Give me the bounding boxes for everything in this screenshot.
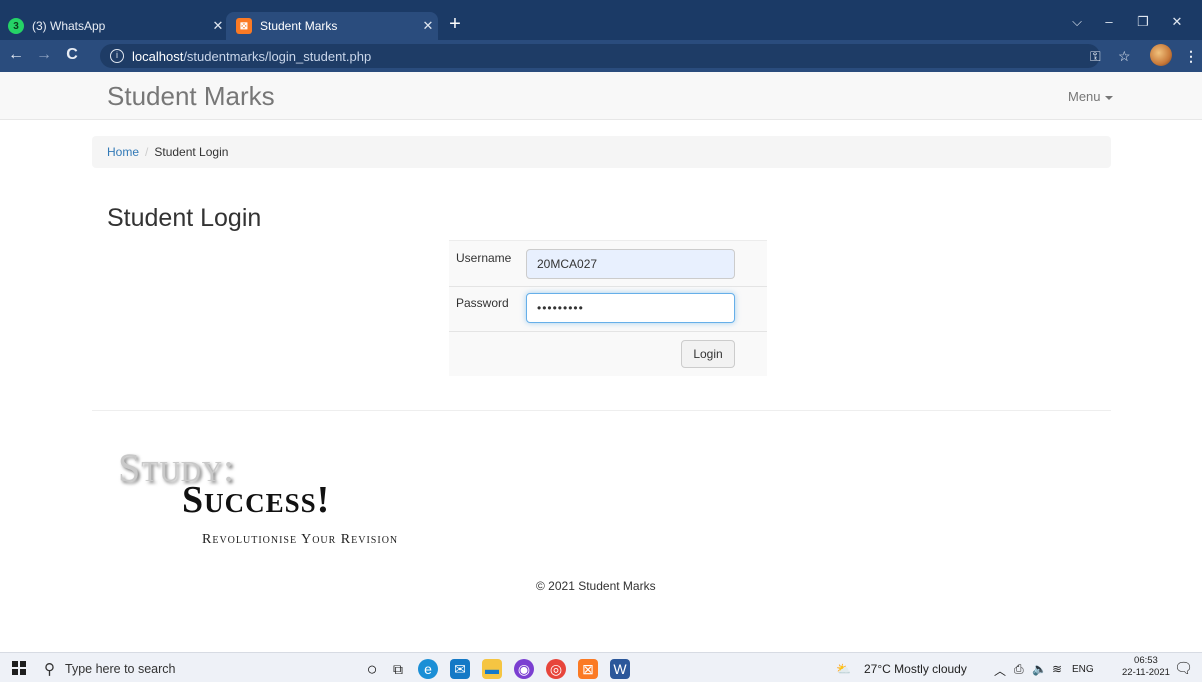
clock-time: 06:53 xyxy=(1134,655,1158,666)
tray-chevron-up-icon[interactable]: ︿ xyxy=(994,662,1006,679)
login-form: Username Password Login xyxy=(449,240,767,376)
tab-title: Student Marks xyxy=(260,19,338,33)
chrome-icon[interactable]: ◎ xyxy=(546,659,566,679)
tab-search-icon[interactable]: ⌵ xyxy=(1066,14,1088,30)
username-label: Username xyxy=(456,251,512,265)
profile-avatar[interactable] xyxy=(1150,44,1172,66)
taskbar-clock[interactable]: 06:53 22-11-2021 xyxy=(1122,655,1170,679)
weather-text[interactable]: 27°C Mostly cloudy xyxy=(864,662,967,676)
password-field[interactable] xyxy=(526,293,735,323)
password-row: Password xyxy=(449,287,767,332)
xampp-taskbar-icon[interactable]: ⊠ xyxy=(578,659,598,679)
password-label: Password xyxy=(456,296,509,310)
url-bar[interactable]: i localhost/studentmarks/login_student.p… xyxy=(100,44,1100,68)
taskbar-search-box[interactable]: ⚲ Type here to search xyxy=(44,657,354,681)
caret-down-icon xyxy=(1104,95,1113,100)
back-arrow-icon[interactable]: ← xyxy=(6,46,26,64)
minimize-button[interactable]: – xyxy=(1098,14,1120,29)
url-path: /studentmarks/login_student.php xyxy=(183,48,372,64)
weather-icon[interactable]: ⛅ xyxy=(836,662,851,676)
tab-student-marks[interactable]: ⊠ Student Marks ✕ xyxy=(226,12,438,40)
file-explorer-icon[interactable]: ▬ xyxy=(482,659,502,679)
submit-row: Login xyxy=(449,332,767,377)
search-icon: ⚲ xyxy=(44,661,55,678)
username-row: Username xyxy=(449,241,767,287)
windows-start-icon[interactable] xyxy=(12,661,26,675)
edge-icon[interactable]: e xyxy=(418,659,438,679)
close-tab-icon[interactable]: ✕ xyxy=(418,18,438,34)
breadcrumb-current: Student Login xyxy=(154,145,229,159)
breadcrumb: Home / Student Login xyxy=(92,136,1111,168)
footer-copyright: © 2021 Student Marks xyxy=(536,579,656,593)
url-host: localhost xyxy=(132,48,184,64)
close-window-button[interactable]: ✕ xyxy=(1166,14,1188,30)
footer-divider xyxy=(92,410,1111,411)
volume-icon[interactable]: 🔈 xyxy=(1032,662,1047,676)
logo-line-2: Success! xyxy=(182,479,331,521)
key-icon[interactable]: ⚿ xyxy=(1090,48,1101,65)
breadcrumb-home-link[interactable]: Home xyxy=(107,145,139,159)
search-placeholder: Type here to search xyxy=(65,662,176,676)
menu-dropdown[interactable]: Menu xyxy=(1068,89,1113,104)
forward-arrow-icon[interactable]: → xyxy=(34,46,54,64)
site-brand[interactable]: Student Marks xyxy=(107,81,275,112)
clock-date: 22-11-2021 xyxy=(1122,667,1170,678)
meet-now-icon[interactable]: ⎙ xyxy=(1014,662,1024,677)
task-view-icon[interactable]: ⧉ xyxy=(388,659,408,679)
info-icon[interactable]: i xyxy=(110,49,124,63)
wifi-icon[interactable]: ≋ xyxy=(1052,662,1062,676)
language-indicator[interactable]: ENG xyxy=(1072,664,1094,675)
xampp-icon: ⊠ xyxy=(236,18,252,34)
page-title: Student Login xyxy=(107,204,262,232)
logo-tagline: Revolutionise Your Revision xyxy=(202,532,399,547)
tab-title: (3) WhatsApp xyxy=(32,19,106,33)
whatsapp-icon: 3 xyxy=(8,18,24,34)
word-icon[interactable]: W xyxy=(610,659,630,679)
notification-icon[interactable]: 🗨 xyxy=(1174,659,1193,677)
restore-button[interactable]: ❐ xyxy=(1132,14,1154,30)
username-field[interactable] xyxy=(526,249,735,279)
breadcrumb-separator: / xyxy=(145,145,149,159)
login-button[interactable]: Login xyxy=(681,340,735,368)
menu-label: Menu xyxy=(1068,89,1101,104)
app-icon[interactable]: ◉ xyxy=(514,659,534,679)
mail-icon[interactable]: ✉ xyxy=(450,659,470,679)
reload-icon[interactable]: C xyxy=(62,46,82,64)
new-tab-button[interactable]: + xyxy=(444,14,466,36)
close-tab-icon[interactable]: ✕ xyxy=(208,18,228,34)
kebab-menu-icon[interactable]: ⋮ xyxy=(1184,48,1198,65)
study-success-logo: Study: Success! Revolutionise Your Revis… xyxy=(118,444,448,554)
tab-whatsapp[interactable]: 3 (3) WhatsApp ✕ xyxy=(8,12,228,40)
star-icon[interactable]: ☆ xyxy=(1118,48,1131,65)
cortana-icon[interactable]: ○ xyxy=(362,659,382,679)
